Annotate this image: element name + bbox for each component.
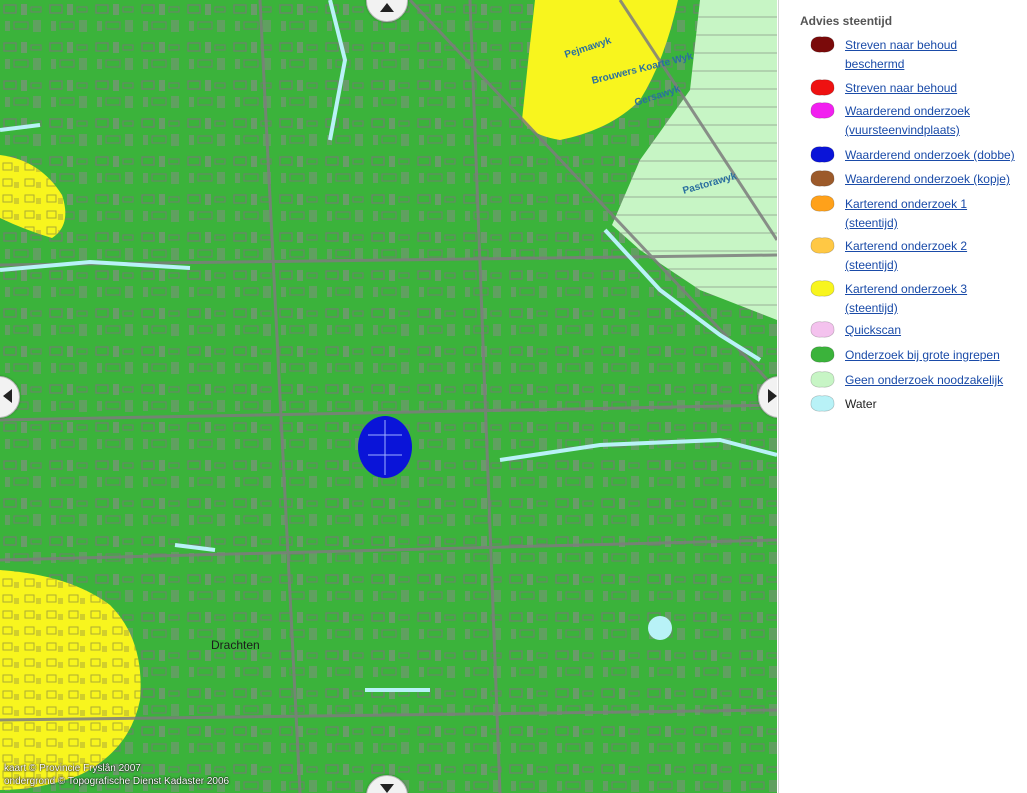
legend-label-line[interactable]: Waarderend onderzoek xyxy=(845,102,970,121)
legend-label-line[interactable]: Onderzoek bij grote ingrepen xyxy=(845,346,1000,365)
legend-swatch-icon xyxy=(810,102,835,119)
legend-label-line[interactable]: Quickscan xyxy=(845,321,901,340)
legend-title: Advies steentijd xyxy=(800,14,893,28)
legend-swatch-icon xyxy=(810,237,835,254)
map-view[interactable]: Pejmawyk Brouwers Koarte Wyk Gersawyk Pa… xyxy=(0,0,777,793)
legend-panel: Advies steentijd Streven naar behoud besc… xyxy=(778,0,1027,793)
legend-label-line[interactable]: Karterend onderzoek 1 xyxy=(845,195,967,214)
legend-item-link[interactable]: Waarderend onderzoek (vuursteenvindplaats… xyxy=(845,102,970,140)
arrow-right-icon xyxy=(768,389,777,403)
legend-swatch-icon xyxy=(810,321,835,338)
arrow-down-icon xyxy=(380,784,394,793)
legend-item-link[interactable]: Streven naar behoud beschermd xyxy=(845,36,957,74)
place-label: Drachten xyxy=(211,638,260,652)
legend-item[interactable]: Geen onderzoek noodzakelijk xyxy=(808,371,1027,390)
legend-label-line[interactable]: (vuursteenvindplaats) xyxy=(845,121,970,140)
legend-swatch-icon xyxy=(810,371,835,388)
legend-item-link[interactable]: Waarderend onderzoek (dobbe) xyxy=(845,146,1015,165)
copyright-line: kaart © Provincie Fryslân 2007 xyxy=(4,763,141,774)
legend-swatch-icon xyxy=(810,346,835,363)
legend-item-link[interactable]: Waarderend onderzoek (kopje) xyxy=(845,170,1010,189)
legend-label-line[interactable]: (steentijd) xyxy=(845,299,967,318)
legend-item[interactable]: Streven naar behoud xyxy=(808,79,1027,98)
arrow-left-icon xyxy=(3,389,12,403)
legend-swatch-icon xyxy=(810,395,835,412)
legend-item[interactable]: Karterend onderzoek 3 (steentijd) xyxy=(808,280,1027,318)
legend-item[interactable]: Onderzoek bij grote ingrepen xyxy=(808,346,1027,365)
copyright-line: ondergrond © Topografische Dienst Kadast… xyxy=(4,776,230,787)
arrow-up-icon xyxy=(380,3,394,12)
legend-label-line[interactable]: Karterend onderzoek 2 xyxy=(845,237,967,256)
legend-item-link[interactable]: Karterend onderzoek 3 (steentijd) xyxy=(845,280,967,318)
legend-label-line[interactable]: (steentijd) xyxy=(845,256,967,275)
legend-item[interactable]: Streven naar behoud beschermd xyxy=(808,36,1027,74)
legend-label-line[interactable]: Waarderend onderzoek (dobbe) xyxy=(845,146,1015,165)
legend-label-line[interactable]: beschermd xyxy=(845,55,957,74)
legend-item-link[interactable]: Karterend onderzoek 1 (steentijd) xyxy=(845,195,967,233)
legend-label-line[interactable]: (steentijd) xyxy=(845,214,967,233)
legend-item-link[interactable]: Quickscan xyxy=(845,321,901,340)
legend-label-line[interactable]: Streven naar behoud xyxy=(845,79,957,98)
legend-swatch-icon xyxy=(810,170,835,187)
legend-item-link[interactable]: Streven naar behoud xyxy=(845,79,957,98)
legend-swatch-icon xyxy=(810,146,835,163)
legend-label-line[interactable]: Streven naar behoud xyxy=(845,36,957,55)
map-canvas[interactable] xyxy=(0,0,777,793)
legend-item[interactable]: Karterend onderzoek 2 (steentijd) xyxy=(808,237,1027,275)
legend-label-line: Water xyxy=(845,397,877,411)
map-copyright: kaart © Provincie Fryslân 2007 ondergron… xyxy=(4,762,229,788)
legend-item-link[interactable]: Onderzoek bij grote ingrepen xyxy=(845,346,1000,365)
legend-item: Water xyxy=(808,395,1027,414)
legend-item-label: Water xyxy=(845,395,877,414)
legend-swatch-icon xyxy=(810,195,835,212)
legend-label-line[interactable]: Karterend onderzoek 3 xyxy=(845,280,967,299)
legend-item[interactable]: Waarderend onderzoek (dobbe) xyxy=(808,146,1027,165)
legend-item-link[interactable]: Geen onderzoek noodzakelijk xyxy=(845,371,1003,390)
legend-item[interactable]: Waarderend onderzoek (vuursteenvindplaats… xyxy=(808,102,1027,140)
legend-label-line[interactable]: Geen onderzoek noodzakelijk xyxy=(845,371,1003,390)
legend-label-line[interactable]: Waarderend onderzoek (kopje) xyxy=(845,170,1010,189)
legend-item-link[interactable]: Karterend onderzoek 2 (steentijd) xyxy=(845,237,967,275)
legend-swatch-icon xyxy=(810,280,835,297)
legend-item[interactable]: Quickscan xyxy=(808,321,1027,340)
legend-item[interactable]: Waarderend onderzoek (kopje) xyxy=(808,170,1027,189)
legend-swatch-icon xyxy=(810,79,835,96)
legend-item[interactable]: Karterend onderzoek 1 (steentijd) xyxy=(808,195,1027,233)
legend-swatch-icon xyxy=(810,36,835,53)
